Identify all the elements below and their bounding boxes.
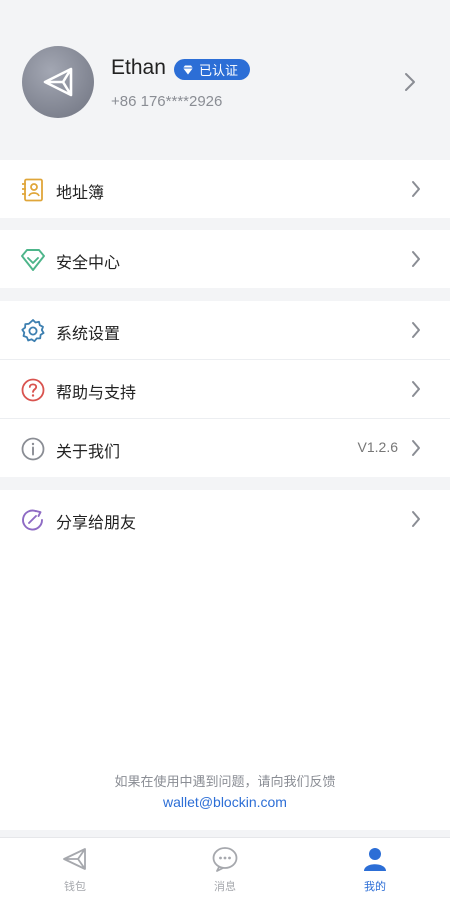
user-icon — [361, 846, 389, 872]
tab-messages[interactable]: 消息 — [150, 838, 300, 900]
wallet-icon — [61, 846, 89, 872]
verified-label: 已认证 — [199, 64, 239, 79]
tab-wallet[interactable]: 钱包 — [0, 838, 150, 900]
profile-page: Ethan 已认证 +86 176****2926 地址簿 安全中心 系统设置 … — [0, 0, 450, 900]
feedback-text: 如果在使用中遇到问题，请向我们反馈 — [114, 775, 336, 790]
menu-label: 安全中心 — [56, 253, 121, 272]
version-label: V1.2.6 — [357, 439, 398, 455]
shield-diamond-icon — [20, 247, 46, 273]
share-icon — [20, 507, 46, 533]
address-book-icon — [20, 177, 46, 203]
menu-item-security[interactable]: 安全中心 — [0, 230, 450, 288]
feedback-email-link[interactable]: wallet@blockin.com — [0, 794, 450, 810]
menu-item-help[interactable]: 帮助与支持 — [0, 360, 450, 418]
tab-label: 钱包 — [64, 880, 86, 893]
menu-label: 分享给朋友 — [56, 513, 137, 532]
gear-icon — [20, 318, 46, 344]
chevron-right-icon — [411, 180, 421, 202]
menu-item-about[interactable]: 关于我们 V1.2.6 — [0, 419, 450, 477]
menu-label: 关于我们 — [56, 442, 121, 461]
menu-item-settings[interactable]: 系统设置 — [0, 301, 450, 359]
phone-number: +86 176****2926 — [111, 93, 223, 110]
menu-group-security: 安全中心 — [0, 230, 450, 288]
verified-badge: 已认证 — [174, 59, 250, 80]
avatar — [22, 46, 94, 118]
info-icon — [20, 436, 46, 462]
menu-label: 地址簿 — [56, 183, 105, 202]
message-icon — [211, 846, 239, 872]
tab-label: 我的 — [364, 880, 386, 893]
diamond-icon — [182, 65, 194, 75]
chevron-right-icon — [404, 72, 416, 96]
menu-item-share[interactable]: 分享给朋友 — [0, 490, 450, 548]
profile-header[interactable]: Ethan 已认证 +86 176****2926 — [0, 0, 450, 160]
chevron-right-icon — [411, 439, 421, 461]
chevron-right-icon — [411, 321, 421, 343]
help-icon — [20, 377, 46, 403]
chevron-right-icon — [411, 250, 421, 272]
tab-label: 消息 — [214, 880, 236, 893]
chevron-right-icon — [411, 380, 421, 402]
menu-label: 帮助与支持 — [56, 383, 137, 402]
menu-group-general: 系统设置 帮助与支持 关于我们 V1.2.6 — [0, 301, 450, 477]
menu-item-address-book[interactable]: 地址簿 — [0, 160, 450, 218]
menu-group-address: 地址簿 — [0, 160, 450, 218]
user-name: Ethan — [111, 56, 166, 79]
bottom-tab-bar: 钱包 消息 我的 — [0, 837, 450, 900]
logo-icon — [43, 67, 73, 97]
tab-me[interactable]: 我的 — [300, 838, 450, 900]
menu-group-share: 分享给朋友 — [0, 490, 450, 548]
menu-label: 系统设置 — [56, 324, 121, 343]
chevron-right-icon — [411, 510, 421, 532]
